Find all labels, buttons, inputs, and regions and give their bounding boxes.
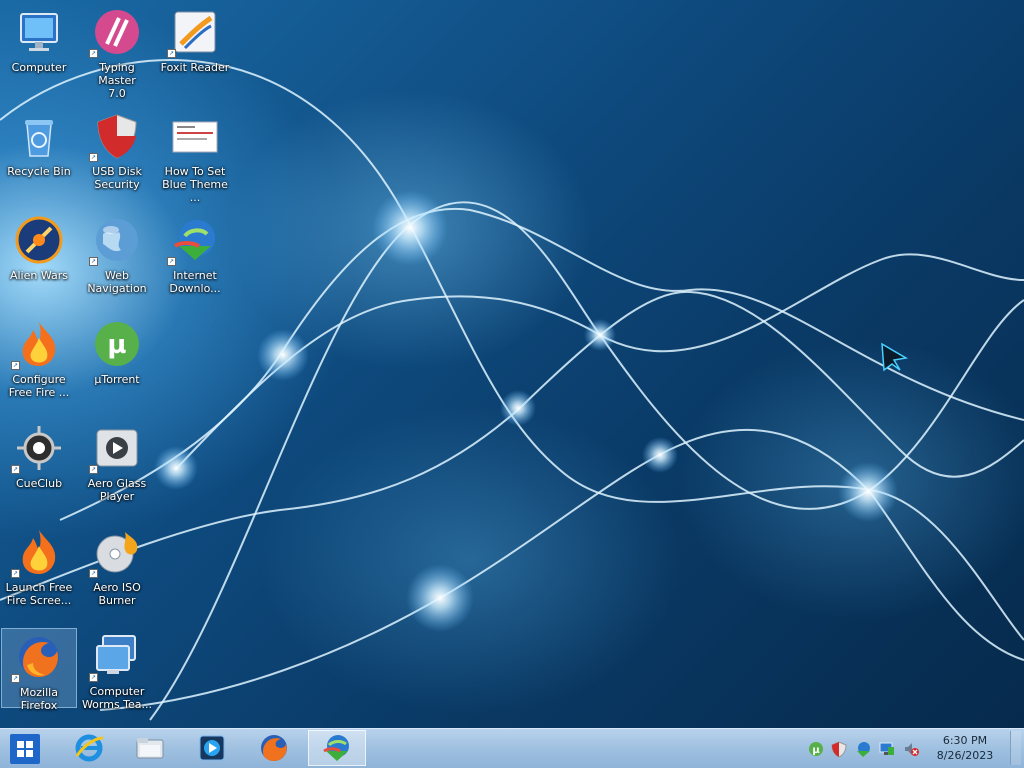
desktop-icon-label: Recycle Bin — [7, 165, 71, 178]
desktop-icon-label: Web Navigation — [87, 269, 147, 295]
firefox-icon: ↗ — [11, 633, 63, 683]
desktop-icon-label: How To Set Blue Theme ... — [162, 165, 228, 204]
flame-icon: ↗ — [11, 528, 63, 578]
desktop-icon-label: Foxit Reader — [160, 61, 230, 74]
document-thumbnail-icon — [171, 112, 219, 160]
desktop-icon-label: Computer Worms Tea... — [81, 685, 153, 711]
tray-network[interactable] — [879, 741, 895, 757]
show-desktop-button[interactable] — [1010, 731, 1021, 765]
disc-burner-icon: ↗ — [89, 528, 141, 578]
desktop-icon-how-to-set-blue-theme[interactable]: How To Set Blue Theme ... — [157, 108, 233, 204]
shortcut-arrow-icon: ↗ — [11, 674, 20, 683]
shortcut-arrow-icon: ↗ — [89, 465, 98, 474]
shortcut-arrow-icon: ↗ — [11, 569, 20, 578]
media-player-icon — [199, 735, 225, 761]
shortcut-arrow-icon: ↗ — [89, 49, 98, 58]
shortcut-arrow-icon: ↗ — [167, 49, 176, 58]
typing-master-icon: ↗ — [89, 8, 141, 58]
taskbar-internet-download-manager[interactable] — [308, 730, 366, 766]
desktop-icon-aero-iso-burner[interactable]: ↗ Aero ISO Burner — [79, 524, 155, 607]
desktop-icon-usb-disk-security[interactable]: ↗ USB Disk Security — [79, 108, 155, 191]
desktop-icon-label: Aero Glass Player — [87, 477, 147, 503]
desktop-icon-label: Typing Master 7.0 — [98, 61, 136, 100]
recycle-bin-icon — [15, 112, 63, 160]
desktop-icon-launch-free-fire[interactable]: ↗ Launch Free Fire Scree... — [1, 524, 77, 607]
clock[interactable]: 6:30 PM 8/26/2023 — [925, 733, 1005, 763]
taskbar-internet-explorer[interactable] — [60, 730, 118, 766]
windows-start-icon — [10, 734, 40, 764]
svg-text:µ: µ — [107, 330, 126, 360]
utorrent-icon: µ — [93, 320, 141, 368]
internet-download-manager-icon: ↗ — [167, 216, 219, 266]
desktop-icon-label: µTorrent — [94, 373, 140, 386]
firefox-icon — [261, 735, 287, 761]
shortcut-arrow-icon: ↗ — [11, 361, 20, 370]
taskbar-file-explorer[interactable] — [121, 730, 179, 766]
desktop-icon-alien-wars[interactable]: Alien Wars — [1, 212, 77, 292]
desktop-icon-label: Mozilla Firefox — [20, 686, 58, 712]
desktop-icon-label: Aero ISO Burner — [93, 581, 141, 607]
computer-worms-icon: ↗ — [89, 632, 141, 682]
desktop-icon-typing-master[interactable]: ↗ Typing Master 7.0 — [79, 4, 155, 100]
flame-icon: ↗ — [11, 320, 63, 370]
clock-date: 8/26/2023 — [936, 749, 994, 762]
alien-wars-icon — [15, 216, 63, 264]
desktop-icon-web-navigation[interactable]: ↗ Web Navigation — [79, 212, 155, 295]
desktop-icon-cueclub[interactable]: ↗ CueClub — [1, 420, 77, 500]
desktop-icon-internet-download-manager[interactable]: ↗ Internet Downlo... — [157, 212, 233, 295]
shortcut-arrow-icon: ↗ — [89, 569, 98, 578]
desktop-icon-label: Launch Free Fire Scree... — [5, 581, 73, 607]
tray-usb-security[interactable] — [831, 741, 847, 757]
start-button[interactable] — [10, 734, 40, 764]
clock-time: 6:30 PM — [942, 734, 988, 747]
media-player-icon: ↗ — [89, 424, 141, 474]
shortcut-arrow-icon: ↗ — [89, 153, 98, 162]
computer-monitor-icon — [15, 8, 63, 56]
tray-internet-download-manager[interactable] — [855, 741, 871, 757]
desktop-icon-aero-glass-player[interactable]: ↗ Aero Glass Player — [79, 420, 155, 503]
desktop-icon-label: USB Disk Security — [92, 165, 142, 191]
desktop-icon-computer[interactable]: Computer — [1, 4, 77, 84]
desktop-icon-computer-worms-team[interactable]: ↗ Computer Worms Tea... — [79, 628, 155, 711]
desktop-icon-label: Internet Downlo... — [169, 269, 221, 295]
internet-explorer-icon — [75, 734, 104, 762]
desktop-background[interactable]: Computer ↗ Typing Master 7.0 ↗ Foxit Rea… — [0, 0, 1024, 728]
desktop-icon-foxit[interactable]: ↗ Foxit Reader — [157, 4, 233, 84]
internet-download-manager-icon — [323, 735, 349, 761]
file-explorer-icon — [136, 738, 164, 759]
shortcut-arrow-icon: ↗ — [89, 673, 98, 682]
shortcut-arrow-icon: ↗ — [89, 257, 98, 266]
svg-text:µ: µ — [812, 745, 820, 756]
shortcut-arrow-icon: ↗ — [11, 465, 20, 474]
taskbar: µ 6:30 PM 8/26/2023 — [0, 728, 1024, 768]
taskbar-firefox[interactable] — [245, 730, 303, 766]
desktop-icon-utorrent[interactable]: µ µTorrent — [79, 316, 155, 396]
tray-volume-muted[interactable] — [903, 741, 919, 757]
desktop-icon-mozilla-firefox[interactable]: ↗ Mozilla Firefox — [1, 628, 77, 712]
shortcut-arrow-icon: ↗ — [167, 257, 176, 266]
globe-icon: ↗ — [89, 216, 141, 266]
taskbar-media-player[interactable] — [183, 730, 241, 766]
desktop-icon-configure-free-fire[interactable]: ↗ Configure Free Fire ... — [1, 316, 77, 399]
desktop-icon-recycle-bin[interactable]: Recycle Bin — [1, 108, 77, 188]
tray-utorrent[interactable]: µ — [808, 741, 824, 757]
desktop-icon-label: Alien Wars — [9, 269, 69, 282]
desktop-icon-label: Computer — [11, 61, 67, 74]
shield-icon: ↗ — [89, 112, 141, 162]
cursor-icon — [881, 342, 909, 372]
desktop-icon-label: CueClub — [15, 477, 63, 490]
cueclub-icon: ↗ — [11, 424, 63, 474]
foxit-reader-icon: ↗ — [167, 8, 219, 58]
desktop-icon-label: Configure Free Fire ... — [8, 373, 70, 399]
